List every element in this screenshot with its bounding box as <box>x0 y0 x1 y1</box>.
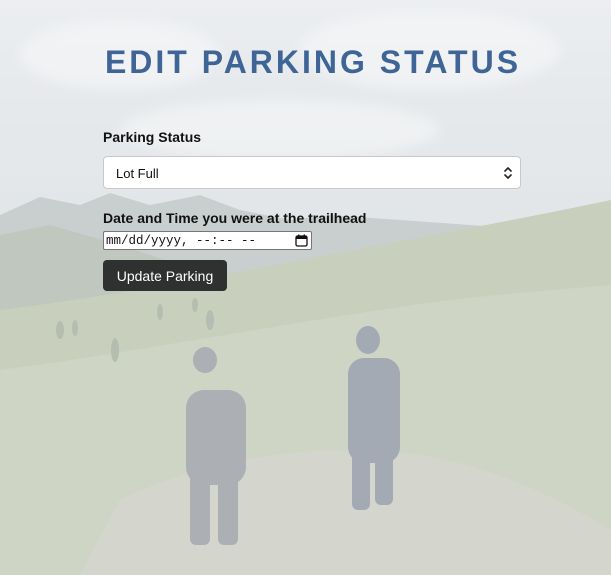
parking-status-select[interactable]: Lot Full <box>103 156 521 189</box>
page-title: EDIT PARKING STATUS <box>104 44 522 80</box>
parking-status-label: Parking Status <box>103 129 202 145</box>
calendar-icon[interactable] <box>295 234 308 247</box>
datetime-label: Date and Time you were at the trailhead <box>103 210 367 226</box>
datetime-input[interactable]: mm/dd/yyyy, --:-- -- <box>103 231 312 250</box>
background-photo <box>0 0 611 575</box>
parking-status-selected-value: Lot Full <box>116 166 159 181</box>
background-veil <box>0 0 611 575</box>
update-parking-button[interactable]: Update Parking <box>103 260 227 291</box>
datetime-input-placeholder: mm/dd/yyyy, --:-- -- <box>106 234 257 248</box>
chevron-updown-icon <box>504 167 512 179</box>
